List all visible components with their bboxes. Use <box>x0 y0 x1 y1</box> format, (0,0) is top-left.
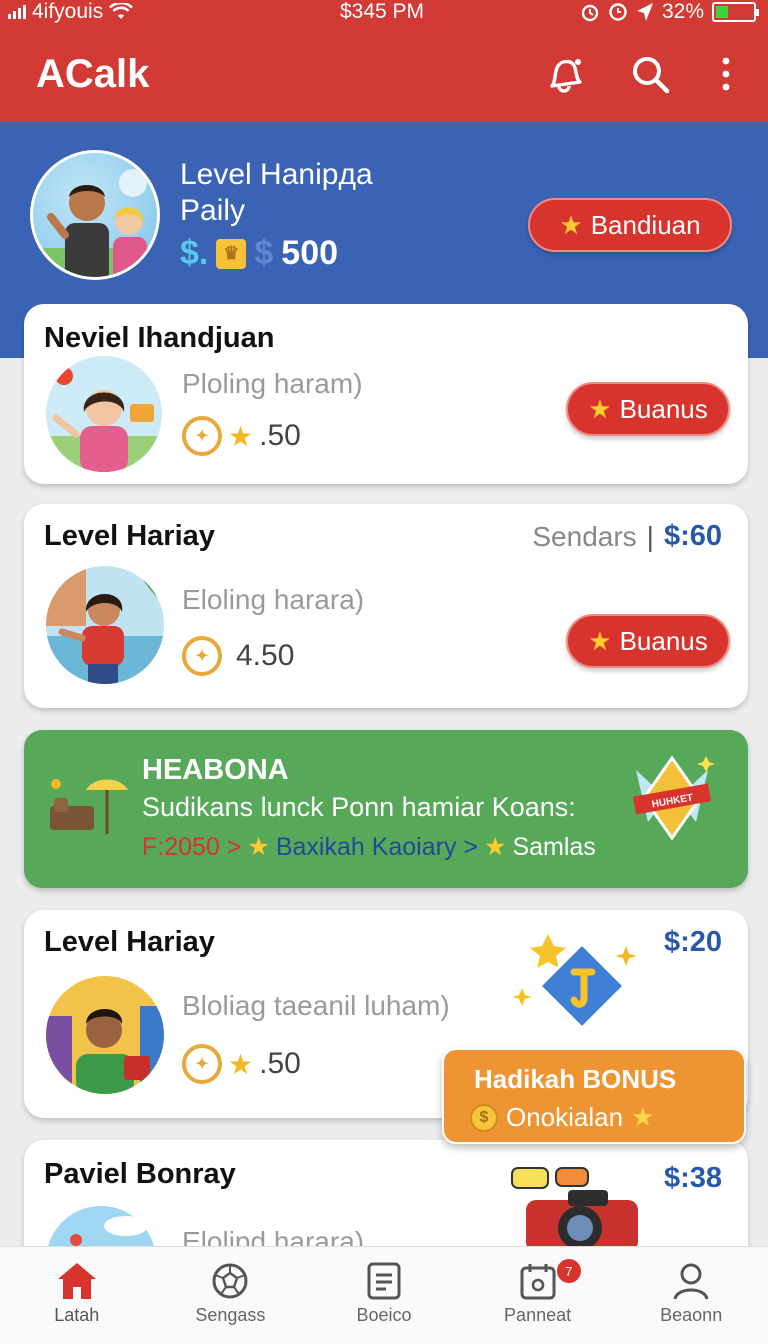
location-icon <box>636 3 653 21</box>
battery-percent: 32% <box>661 0 704 23</box>
bonus-button-label: Buanus <box>619 625 708 656</box>
balance-amount: 500 <box>281 234 339 272</box>
alarm-icon <box>581 4 599 22</box>
promo-text: Sudikans lunck Ponn hamiar Koans: <box>142 792 576 822</box>
nav-item-panneat[interactable]: 7 Panneat <box>461 1247 615 1344</box>
bonus-button-label: Buanus <box>619 393 708 424</box>
avatar <box>46 566 164 684</box>
nav-label: Boeico <box>356 1305 412 1325</box>
star-icon: ★ <box>631 1102 655 1132</box>
hero-title: Level Hanipдa <box>180 158 373 191</box>
star-icon: ★ <box>588 393 612 424</box>
card-stat-value: .50 <box>259 419 301 452</box>
carrier-name: 4ifyouis <box>32 0 104 23</box>
card-price: $:38 <box>663 1162 722 1194</box>
clock-icon <box>609 3 627 21</box>
document-icon <box>367 1262 401 1300</box>
card-title: Paviel Bonray <box>44 1158 236 1190</box>
card-subtitle: Eloling harara) <box>182 584 365 615</box>
bonus-subtitle-row: $ Onokialan ★ <box>470 1102 654 1133</box>
badge-icon: ✦ <box>182 1044 222 1084</box>
card-stats: ✦ ★ .50 <box>182 416 301 456</box>
home-icon <box>57 1263 96 1299</box>
star-icon: ★ <box>228 1048 254 1080</box>
separator: | <box>646 520 654 552</box>
bonus-button[interactable]: ★ Buanus <box>566 382 730 436</box>
app-header: 4ifyouis $345 PM 32% ACalk <box>0 0 768 122</box>
card-subtitle: Ploling haram) <box>182 368 363 399</box>
card-price: $:20 <box>663 926 722 958</box>
nav-label: Sengass <box>195 1305 266 1325</box>
puzzle-gift-icon <box>514 934 637 1031</box>
badge-icon: ✦ <box>182 636 222 676</box>
promo-path: F:2050 > ★ Baxikah Kaoiary > ★ Samlas <box>142 832 596 862</box>
notification-badge: 7 <box>556 1259 581 1283</box>
crown-icon: ♛ <box>216 238 247 269</box>
card-stat-value: 4.50 <box>236 639 295 672</box>
calendar-icon <box>520 1264 556 1300</box>
nav-item-latah[interactable]: Latah <box>0 1247 154 1344</box>
battery-icon <box>712 2 759 22</box>
hero-subtitle: Paily <box>180 194 246 227</box>
person-icon <box>673 1263 709 1300</box>
card-title: Level Hariay <box>44 520 215 552</box>
coin-icon: $ <box>470 1103 498 1132</box>
avatar[interactable] <box>30 150 160 280</box>
card-stat-value: .50 <box>259 1047 301 1080</box>
badge-icon: ✦ <box>182 416 222 456</box>
card-subtitle: Bloliag taeanil luham) <box>182 990 450 1021</box>
ribbon-icon: HUHKET <box>633 755 715 841</box>
more-vert-icon[interactable] <box>702 50 750 98</box>
sendars-label: Sendars <box>532 520 637 552</box>
wifi-icon <box>109 3 134 19</box>
nav-item-beaonn[interactable]: Beaonn <box>614 1247 768 1344</box>
star-icon: ★ <box>588 625 612 656</box>
hero-button-label: Bandiuan <box>590 209 701 240</box>
bottom-nav: Latah Sengass Boeico 7 Panneat Beaonn <box>0 1246 768 1344</box>
card-price-row: Sendars | $:60 <box>532 520 722 553</box>
signal-icon <box>8 5 26 19</box>
bonus-button[interactable]: ★ Buanus <box>566 614 730 668</box>
promo-banner[interactable]: HEABONA Sudikans lunck Ponn hamiar Koans… <box>24 730 748 888</box>
search-icon[interactable] <box>626 50 674 98</box>
nav-item-sengass[interactable]: Sengass <box>154 1247 308 1344</box>
camera-icon <box>511 1167 638 1252</box>
level-card[interactable]: Neviel Ihandjuan Ploling haram) ✦ ★ .50 … <box>24 304 748 484</box>
star-icon: ★ <box>484 833 507 861</box>
ghost-currency: $ <box>254 234 274 272</box>
card-price: $:60 <box>663 520 722 552</box>
level-card[interactable]: Level Hariay Sendars | $:60 Eloling hara… <box>24 504 748 708</box>
hero-button[interactable]: ★ Bandiuan <box>528 198 732 252</box>
avatar <box>46 356 162 472</box>
app-title: ACalk <box>36 52 150 96</box>
status-bar: 4ifyouis $345 PM 32% <box>0 0 768 26</box>
promo-title: HEABONA <box>142 754 289 786</box>
card-stats: ✦ ★ .50 <box>182 1044 301 1084</box>
balance: $. ♛ $ 500 <box>180 234 338 273</box>
star-icon: ★ <box>559 209 583 240</box>
bell-icon[interactable] <box>540 50 588 98</box>
soccer-ball-icon <box>212 1263 248 1299</box>
bonus-popup[interactable]: Hadikah BONUS $ Onokialan ★ <box>442 1048 746 1144</box>
card-title: Neviel Ihandjuan <box>44 322 275 354</box>
status-time: $345 PM <box>340 0 425 23</box>
star-icon: ★ <box>228 420 254 452</box>
bonus-title: Hadikah BONUS <box>474 1064 677 1094</box>
card-stats: ✦ 4.50 <box>182 636 294 676</box>
avatar <box>46 976 164 1094</box>
promo-step: Samlas <box>512 832 596 861</box>
nav-label: Latah <box>54 1305 100 1325</box>
promo-step: Baxikah Kaoiary > <box>275 832 479 861</box>
beach-chair-icon <box>50 779 128 834</box>
nav-label: Panneat <box>504 1305 572 1325</box>
bonus-subtitle: Onokialan <box>506 1102 624 1132</box>
star-icon: ★ <box>247 833 270 861</box>
currency-symbol: $. <box>180 234 209 272</box>
nav-item-boeico[interactable]: Boeico <box>307 1247 461 1344</box>
nav-label: Beaonn <box>660 1305 723 1325</box>
promo-step: F:2050 > <box>142 832 242 861</box>
card-title: Level Hariay <box>44 926 215 958</box>
